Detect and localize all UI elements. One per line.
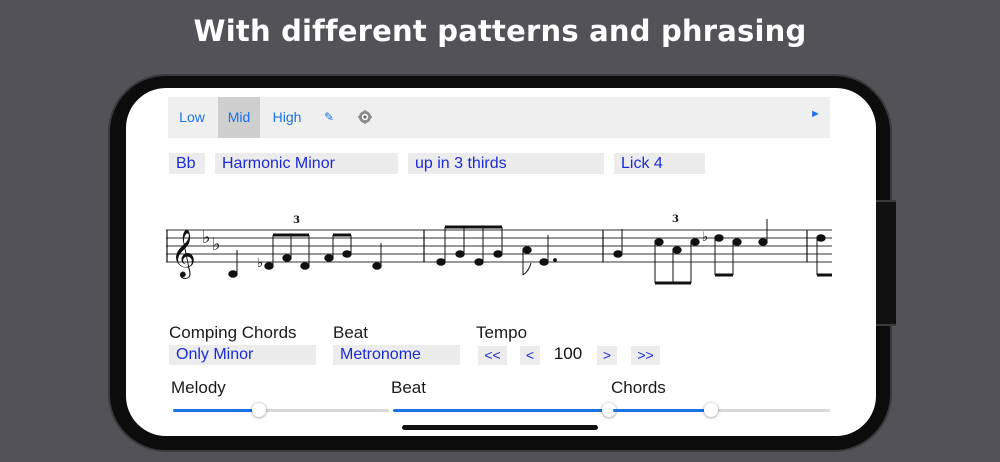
measure-3-notes: ♭ (613, 219, 768, 285)
beat-volume-label: Beat (391, 378, 426, 397)
tempo-decrease-button[interactable]: < (520, 346, 540, 365)
beat-label: Beat (333, 323, 368, 342)
tempo-increase-big-button[interactable]: >> (631, 346, 660, 365)
svg-text:♭: ♭ (257, 256, 263, 271)
triplet-mark: 3 (672, 214, 679, 225)
measure-2-notes (436, 225, 557, 276)
melody-volume-slider[interactable] (173, 403, 389, 417)
svg-text:♭: ♭ (702, 230, 708, 245)
flat-icon: ♭ (202, 227, 211, 248)
measure-1-notes: ♭ (228, 233, 382, 278)
slider-fill (173, 409, 260, 412)
melody-volume-label: Melody (171, 378, 226, 397)
flat-icon: ♭ (212, 234, 221, 255)
tempo-increase-button[interactable]: > (597, 346, 617, 365)
key-selector[interactable]: Bb (169, 153, 205, 174)
pattern-selector[interactable]: up in 3 thirds (408, 153, 604, 174)
scale-selector[interactable]: Harmonic Minor (215, 153, 398, 174)
range-low-button[interactable]: Low (172, 97, 212, 138)
toolbar: Low Mid High ✎ (168, 97, 830, 138)
lick-selector[interactable]: Lick 4 (614, 153, 705, 174)
slider-knob[interactable] (703, 403, 718, 417)
home-indicator (402, 425, 598, 430)
tempo-label: Tempo (476, 323, 528, 342)
tempo-decrease-big-button[interactable]: << (478, 346, 507, 365)
chords-volume-slider[interactable] (613, 403, 830, 417)
comping-chords-selector[interactable]: Only Minor (169, 345, 316, 365)
range-high-button[interactable]: High (266, 97, 308, 138)
slider-fill (613, 409, 711, 412)
beat-selector[interactable]: Metronome (333, 345, 460, 365)
headline: With different patterns and phrasing (193, 14, 807, 48)
slider-fill (393, 409, 609, 412)
measure-4-notes (816, 234, 832, 277)
beat-volume-slider[interactable] (393, 403, 616, 417)
tempo-value: 100 (553, 344, 583, 363)
triplet-mark: 3 (293, 215, 300, 226)
chords-volume-label: Chords (611, 378, 666, 397)
comping-chords-label: Comping Chords (169, 323, 297, 342)
gear-icon[interactable] (358, 110, 372, 124)
range-mid-button[interactable]: Mid (218, 97, 260, 138)
treble-clef-icon: 𝄞 (171, 228, 196, 279)
music-score: 𝄞 ♭ ♭ 3 3 ♭ ♭ (166, 214, 832, 285)
pencil-icon[interactable]: ✎ (318, 97, 340, 138)
play-icon[interactable]: ► (810, 108, 821, 120)
